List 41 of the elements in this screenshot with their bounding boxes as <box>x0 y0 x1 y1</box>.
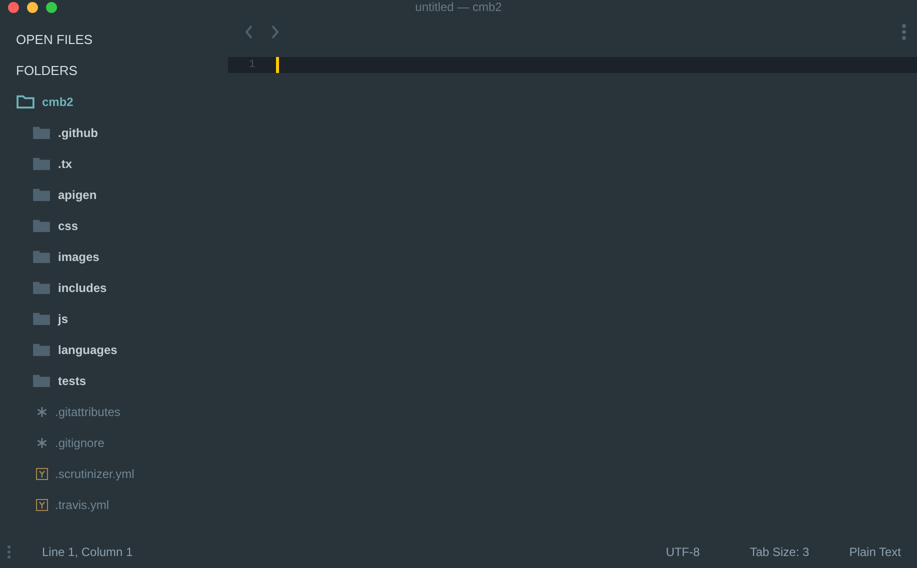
close-window-button[interactable] <box>8 2 19 12</box>
folder-item[interactable]: images <box>0 241 228 272</box>
folder-name: .github <box>58 126 98 140</box>
text-cursor <box>276 57 279 73</box>
folder-item[interactable]: languages <box>0 334 228 365</box>
folder-name: js <box>58 312 68 326</box>
yaml-file-icon <box>36 468 48 480</box>
folder-item[interactable]: css <box>0 210 228 241</box>
folder-name: cmb2 <box>42 94 74 108</box>
sidebar-section-heading[interactable]: FOLDERS <box>0 55 228 86</box>
zoom-window-button[interactable] <box>46 2 57 12</box>
status-menu-icon[interactable] <box>7 544 11 558</box>
folder-name: .tx <box>58 156 72 170</box>
asterisk-icon <box>36 406 48 418</box>
folder-item[interactable]: .github <box>0 117 228 148</box>
file-name: .gitattributes <box>55 404 120 418</box>
more-options-icon[interactable] <box>901 23 907 41</box>
folder-item[interactable]: includes <box>0 272 228 303</box>
folder-name: apigen <box>58 188 97 202</box>
tab-size-selector[interactable]: Tab Size: 3 <box>750 544 810 558</box>
folder-item[interactable]: tests <box>0 365 228 396</box>
syntax-selector[interactable]: Plain Text <box>849 544 901 558</box>
folder-name: css <box>58 218 78 232</box>
folder-name: tests <box>58 374 86 388</box>
sidebar-section-heading[interactable]: OPEN FILES <box>0 24 228 55</box>
cursor-position: Line 1, Column 1 <box>42 544 133 558</box>
asterisk-icon <box>36 436 48 448</box>
window-title: untitled — cmb2 <box>415 0 502 14</box>
folder-item[interactable]: .tx <box>0 148 228 179</box>
file-name: .scrutinizer.yml <box>55 466 134 480</box>
minimize-window-button[interactable] <box>27 2 38 12</box>
file-name: .gitignore <box>55 436 104 450</box>
folder-item[interactable]: js <box>0 303 228 334</box>
encoding-selector[interactable]: UTF-8 <box>666 544 700 558</box>
folder-name: images <box>58 250 100 264</box>
folder-item[interactable]: apigen <box>0 179 228 210</box>
file-name: .travis.yml <box>55 498 109 512</box>
folder-name: includes <box>58 280 107 294</box>
folder-name: languages <box>58 342 118 356</box>
folder-item[interactable]: cmb2 <box>0 86 228 117</box>
yaml-file-icon <box>36 498 48 510</box>
